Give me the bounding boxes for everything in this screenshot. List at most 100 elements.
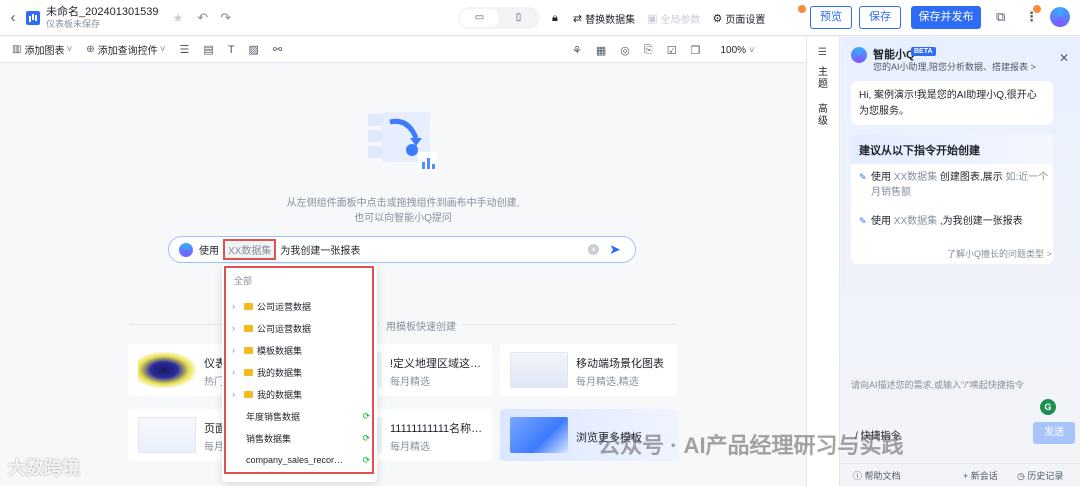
suggestion-item[interactable]: ✎ 使用 XX数据集 创建图表,展示 如:近一个月销售额: [859, 170, 1049, 200]
params-icon: ▣: [647, 12, 658, 25]
export-icon[interactable]: ⎘: [644, 44, 653, 57]
header-actions: 🔒︎ ⇄ 替换数据集 ▣ 全局参数 ⚙ 页面设置: [552, 0, 777, 36]
history-button[interactable]: ◷ 历史记录: [1017, 469, 1063, 482]
replace-dataset-button[interactable]: ⇄ 替换数据集: [573, 11, 635, 26]
notification-dot-2: [1033, 5, 1041, 13]
chevron-right-icon[interactable]: ›: [232, 345, 244, 355]
question-icon: ⓘ: [853, 470, 865, 481]
template-thumbnail: [510, 417, 568, 453]
editor-toolbar: ▥ 添加图表 ˅ ⊕ 添加查询控件 ˅ ☰ ▤ T ▨ ⚯ ⚘ ▦ ◎ ⎘ ☑ ❐ 10…: [0, 37, 806, 63]
back-arrow-icon[interactable]: ‹: [0, 9, 26, 26]
desktop-view-icon[interactable]: ▭: [460, 9, 499, 27]
undo-icon[interactable]: ↶: [197, 10, 208, 26]
grammar-badge-icon[interactable]: G: [1040, 399, 1056, 415]
pen-icon: ✎: [859, 172, 867, 182]
template-tag: 每月精选: [390, 442, 430, 453]
page-settings-button[interactable]: ⚙ 页面设置: [712, 11, 765, 26]
send-button[interactable]: 发送: [1033, 422, 1075, 444]
preview-button[interactable]: 预览: [810, 6, 852, 29]
star-icon[interactable]: ★: [173, 11, 184, 25]
dataset-chip[interactable]: XX数据集: [223, 239, 277, 260]
folder-item[interactable]: › 公司运营数据: [232, 297, 370, 315]
dataset-icon: ⟳: [362, 454, 370, 465]
save-publish-button[interactable]: 保存并发布: [911, 6, 981, 29]
folder-icon: [244, 324, 253, 332]
template-card[interactable]: 移动端场景化图表 每月精选,精选: [500, 344, 678, 396]
ai-footer: ⓘ 帮助文档 + 新会话 ◷ 历史记录: [841, 463, 1080, 486]
suggestion-title: 建议从以下指令开始创建: [851, 134, 1053, 164]
new-chat-button[interactable]: + 新会话: [963, 469, 998, 482]
dataset-dropdown: 全部 › 公司运营数据 › 公司运营数据 › 模板数据集 › 我的数据集 › 我的数据集 …: [222, 264, 377, 482]
zoom-select[interactable]: 100% ˅: [720, 45, 754, 56]
help-docs-link[interactable]: ⓘ 帮助文档: [853, 469, 901, 482]
image-icon[interactable]: ▨: [249, 43, 259, 56]
browse-more-label: 浏览更多模板: [576, 432, 642, 444]
folder-item[interactable]: › 模板数据集: [232, 341, 370, 359]
add-query-control-button[interactable]: ⊕ 添加查询控件 ˅: [86, 42, 165, 57]
clear-icon[interactable]: ×: [588, 244, 599, 255]
dataset-item[interactable]: 销售数据集 ⟳: [232, 429, 370, 447]
template-title: !定义地理区域这…: [390, 358, 482, 370]
mobile-view-icon[interactable]: ▯: [499, 9, 538, 27]
menu-icon[interactable]: ☰: [818, 47, 827, 58]
folder-icon: [244, 390, 253, 398]
notification-dot: [798, 5, 806, 13]
filter-icon[interactable]: ☰: [180, 43, 190, 56]
ai-input[interactable]: 请向AI描述您的需求,或输入"/"唤起快捷指令: [851, 378, 1024, 391]
folder-item[interactable]: › 我的数据集: [232, 385, 370, 403]
copy-icon[interactable]: ❐: [691, 44, 701, 57]
check-icon[interactable]: ☑: [667, 44, 677, 57]
learn-more-link[interactable]: 了解小Q擅长的问题类型 >: [947, 247, 1052, 260]
ai-assistant-icon[interactable]: [1050, 7, 1070, 27]
dataset-item[interactable]: 年度销售数据 ⟳: [232, 407, 370, 425]
redo-icon[interactable]: ↷: [220, 10, 231, 26]
template-thumbnail: [138, 417, 196, 453]
text-icon[interactable]: T: [228, 44, 235, 56]
monitor-icon[interactable]: ◎: [620, 44, 630, 57]
ai-prompt-bar[interactable]: 使用 XX数据集 为我创建一张报表 × ➤: [168, 236, 636, 263]
browse-more-templates[interactable]: 浏览更多模板: [500, 409, 678, 461]
folder-icon: [244, 368, 253, 376]
template-divider: 用模板快速创建: [130, 318, 676, 333]
folder-icon: [244, 302, 253, 310]
ai-logo-icon: [179, 242, 193, 257]
save-button[interactable]: 保存: [859, 6, 901, 29]
canvas[interactable]: 从左侧组件面板中点击或拖拽组件到画布中手动创建, 也可以向智能小Q提问 使用 X…: [0, 64, 806, 486]
style-icon[interactable]: ⚘: [572, 44, 582, 57]
ai-description[interactable]: 您的AI小助理,陪您分析数据、搭建报表 >: [873, 60, 1036, 73]
search-plus-icon: ⊕: [86, 44, 95, 55]
hint-line-2: 也可以向智能小Q提问: [354, 213, 452, 224]
tab-theme[interactable]: 主题: [818, 67, 830, 91]
folder-item[interactable]: › 公司运营数据: [232, 319, 370, 337]
quick-commands-button[interactable]: / 快捷指令: [855, 427, 901, 442]
dropdown-header: 全部: [234, 276, 253, 286]
doc-status: 仪表板未保存: [46, 18, 101, 29]
dataset-icon: ⟳: [362, 432, 370, 443]
chart-icon: ▥: [12, 44, 22, 55]
folder-icon: [244, 346, 253, 354]
template-tag: 每月精选: [390, 377, 430, 388]
external-link-icon[interactable]: ⧉: [996, 9, 1005, 25]
template-title: 移动端场景化图表: [576, 358, 664, 370]
dataset-item[interactable]: company_sales_recor… ⟳: [232, 451, 370, 469]
tab-advanced[interactable]: 高级: [818, 104, 830, 128]
gear-icon: ⚙: [712, 12, 723, 25]
tab-container-icon[interactable]: ▤: [203, 43, 213, 56]
doc-title[interactable]: 未命名_202401301539: [46, 6, 159, 18]
report-icon[interactable]: ▦: [596, 44, 606, 57]
global-params-button[interactable]: ▣ 全局参数: [647, 11, 700, 26]
add-chart-button[interactable]: ▥ 添加图表 ˅: [12, 42, 72, 57]
chevron-right-icon[interactable]: ›: [232, 367, 244, 377]
folder-item[interactable]: › 我的数据集: [232, 363, 370, 381]
toolbar-right: ⚘ ▦ ◎ ⎘ ☑ ❐ 100% ˅: [572, 37, 755, 63]
close-icon[interactable]: ✕: [1059, 51, 1069, 65]
chevron-right-icon[interactable]: ›: [232, 323, 244, 333]
send-icon[interactable]: ➤: [609, 241, 621, 258]
suggestion-item[interactable]: ✎ 使用 XX数据集 ,为我创建一张报表: [859, 214, 1049, 229]
prompt-suffix: 为我创建一张报表: [280, 246, 361, 257]
chevron-right-icon[interactable]: ›: [232, 389, 244, 399]
lock-icon[interactable]: 🔒︎: [552, 12, 561, 25]
link-icon[interactable]: ⚯: [273, 43, 282, 56]
chevron-right-icon[interactable]: ›: [232, 301, 244, 311]
template-thumbnail: [138, 352, 196, 388]
